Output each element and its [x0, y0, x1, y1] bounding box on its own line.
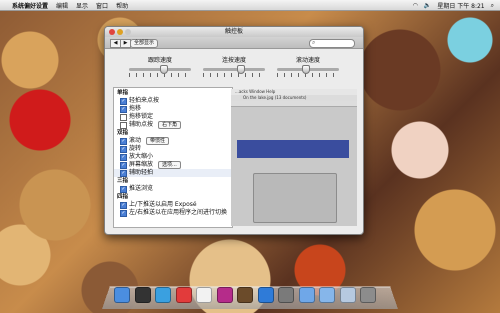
close-button[interactable] — [109, 29, 115, 35]
dashboard-icon[interactable] — [134, 287, 151, 303]
checkbox[interactable]: ✓ — [120, 145, 127, 153]
section-header: 单指 — [117, 90, 129, 96]
gesture-row[interactable]: 辅助点按 右下角 — [114, 121, 232, 129]
gesture-label: 旋转 — [129, 145, 142, 152]
checkbox[interactable]: ✓ — [120, 169, 127, 177]
trackpad-preferences-window: 触控板 ◀ ▶ 全部显示 ⌕ 跟踪速度 连按速度 滚动速度 单指 ✓ 轻拍来点按 ✓ 拖… — [104, 26, 364, 235]
checkbox[interactable] — [120, 121, 127, 129]
double-click-speed-label: 连按速度 — [221, 57, 246, 64]
folder-icon[interactable] — [298, 287, 315, 303]
app-menu[interactable]: 系统偏好设置 — [12, 1, 48, 10]
finder-icon[interactable] — [114, 287, 130, 303]
checkbox[interactable]: ✓ — [120, 201, 127, 209]
show-all-button[interactable]: 全部显示 — [130, 39, 159, 48]
calendar-icon[interactable] — [196, 287, 212, 303]
window-toolbar: ◀ ▶ 全部显示 ⌕ — [105, 37, 363, 49]
slider-ticks — [129, 73, 191, 77]
menu-view[interactable]: 显示 — [76, 1, 88, 10]
gesture-label: 左/右推送以在应用程序之间进行切换 — [129, 209, 228, 216]
gesture-label: 放大缩小 — [129, 153, 154, 160]
checkbox[interactable]: ✓ — [120, 209, 127, 217]
gesture-label: 拖移锁定 — [129, 113, 154, 120]
slider-knob[interactable] — [160, 65, 169, 74]
downloads-icon[interactable] — [319, 287, 335, 303]
gesture-row[interactable]: ✓ 推送浏览 — [114, 185, 232, 193]
gesture-label: 屏幕缩放 — [129, 161, 154, 168]
section-header: 双指 — [117, 130, 129, 136]
slider-knob[interactable] — [237, 65, 246, 74]
menu-edit[interactable]: 编辑 — [56, 1, 68, 10]
gesture-row[interactable]: ✓ 拖移 — [114, 105, 232, 113]
zoom-button[interactable] — [125, 29, 131, 35]
checkbox[interactable] — [120, 113, 127, 121]
gesture-label: 轻拍来点按 — [129, 97, 160, 104]
section-header: 三指 — [117, 178, 129, 184]
gesture-label: 推送浏览 — [129, 185, 154, 192]
slider-knob[interactable] — [301, 65, 310, 74]
gesture-preview: ...acks Window Help On the lake.jpg (13 … — [231, 89, 357, 226]
itunes-icon[interactable] — [216, 287, 233, 303]
tracking-speed-label: 跟踪速度 — [147, 57, 172, 64]
photo-icon[interactable] — [237, 287, 253, 303]
checkbox[interactable]: ✓ — [120, 153, 127, 161]
ical-icon[interactable] — [175, 287, 192, 303]
search-field[interactable]: ⌕ — [309, 39, 355, 48]
gesture-row[interactable]: ✓ 左/右推送以在应用程序之间进行切换 — [114, 209, 232, 217]
scrolling-speed-label: 滚动速度 — [295, 57, 320, 64]
trash-icon[interactable] — [360, 287, 376, 303]
gesture-row[interactable]: 拖移锁定 — [114, 113, 232, 121]
wifi-icon[interactable]: ◠ — [413, 2, 418, 9]
checkbox[interactable]: ✓ — [120, 97, 127, 105]
menu-bar: 系统偏好设置 编辑 显示 窗口 帮助 ◠ 🔈 星期日 下午 8:21 ⌕ — [0, 0, 500, 11]
preview-toolbar — [231, 101, 357, 107]
checkbox[interactable]: ✓ — [120, 161, 127, 169]
gesture-label: 辅助点按 — [129, 121, 154, 128]
checkbox[interactable]: ✓ — [120, 185, 127, 193]
gesture-list: 单指 ✓ 轻拍来点按 ✓ 拖移 拖移锁定 辅助点按 右下角 双指 ✓ 滚动 带惯性 ✓ 旋转 ✓ 放大缩小 ✓ 屏… — [113, 87, 233, 228]
gesture-label: 上/下推送以启用 Exposé — [129, 201, 197, 208]
gesture-row[interactable]: ✓ 放大缩小 — [114, 153, 232, 161]
trackpad-illustration — [253, 173, 337, 223]
safari-icon[interactable] — [155, 287, 171, 303]
gesture-option-popup[interactable]: 带惯性 — [146, 137, 170, 145]
double-click-speed-slider-group: 连按速度 — [203, 55, 265, 77]
gesture-row[interactable]: ✓ 上/下推送以启用 Exposé — [114, 201, 232, 209]
spotlight-icon[interactable]: ⌕ — [491, 2, 494, 10]
gesture-row[interactable]: ✓ 旋转 — [114, 145, 232, 153]
documents-icon[interactable] — [339, 287, 356, 303]
checkbox[interactable]: ✓ — [120, 105, 127, 113]
gesture-option-popup[interactable]: 选项... — [158, 161, 181, 169]
gesture-row[interactable]: ✓ 辅助轻拍 — [114, 169, 232, 177]
gesture-row[interactable]: ✓ 轻拍来点按 — [114, 97, 232, 105]
checkbox[interactable]: ✓ — [120, 137, 127, 145]
tracking-speed-slider[interactable] — [129, 65, 191, 74]
search-icon: ⌕ — [312, 39, 316, 46]
slider-ticks — [203, 73, 265, 77]
gesture-label: 滚动 — [129, 137, 142, 144]
window-titlebar: 触控板 — [105, 27, 363, 37]
preview-icon[interactable] — [257, 287, 274, 303]
preview-window: On the lake.jpg (13 documents) — [231, 95, 357, 226]
menu-help[interactable]: 帮助 — [116, 1, 128, 10]
gesture-label: 辅助轻拍 — [129, 169, 154, 176]
preview-highlight — [237, 140, 349, 158]
window-title: 触控板 — [224, 28, 243, 35]
gesture-option-popup[interactable]: 右下角 — [158, 121, 182, 129]
slider-ticks — [277, 73, 339, 77]
gesture-label: 拖移 — [129, 105, 142, 112]
scrolling-speed-slider[interactable] — [277, 65, 339, 74]
preferences-icon[interactable] — [278, 287, 294, 303]
menu-window[interactable]: 窗口 — [96, 1, 108, 10]
double-click-speed-slider[interactable] — [203, 65, 265, 74]
tracking-speed-slider-group: 跟踪速度 — [129, 55, 191, 77]
section-header: 四指 — [117, 194, 129, 200]
gesture-row[interactable]: ✓ 滚动 带惯性 — [114, 137, 232, 145]
minimize-button[interactable] — [117, 29, 123, 35]
volume-icon[interactable]: 🔈 — [424, 2, 431, 9]
clock[interactable]: 星期日 下午 8:21 — [437, 1, 484, 10]
gesture-row[interactable]: ✓ 屏幕缩放 选项... — [114, 161, 232, 169]
scrolling-speed-slider-group: 滚动速度 — [277, 55, 339, 77]
